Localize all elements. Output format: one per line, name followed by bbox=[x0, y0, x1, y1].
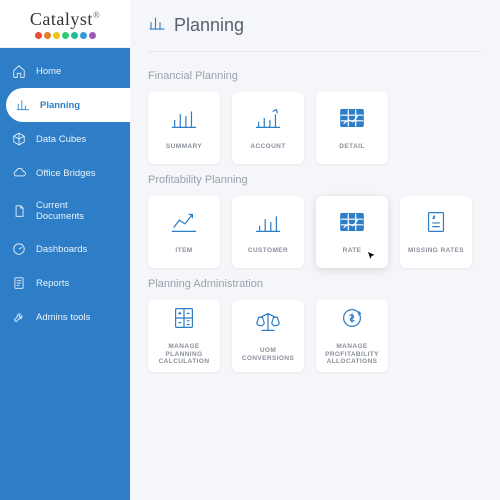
card-label: MANAGE PLANNING CALCULATION bbox=[148, 343, 220, 366]
sidebar-item-label: Dashboards bbox=[36, 244, 87, 255]
cycle-dollar-icon bbox=[338, 306, 366, 335]
main-content: Planning Financial Planning SUMMARY ACCO… bbox=[130, 0, 500, 500]
card-account[interactable]: ACCOUNT bbox=[232, 92, 304, 164]
card-uom-conversions[interactable]: UOM CONVERSIONS bbox=[232, 300, 304, 372]
invoice-icon bbox=[422, 210, 450, 239]
sidebar-item-office-bridges[interactable]: Office Bridges bbox=[0, 156, 130, 190]
sidebar-item-data-cubes[interactable]: Data Cubes bbox=[0, 122, 130, 156]
growth-chart-icon bbox=[254, 106, 282, 135]
section-title-profitability: Profitability Planning bbox=[148, 174, 482, 186]
card-manage-profitability-allocations[interactable]: MANAGE PROFITABILITY ALLOCATIONS bbox=[316, 300, 388, 372]
card-label: DETAIL bbox=[335, 143, 368, 151]
page-title: Planning bbox=[174, 15, 244, 36]
sidebar-item-planning[interactable]: Planning bbox=[6, 88, 130, 122]
sidebar-item-label: Current Documents bbox=[36, 200, 118, 222]
card-label: MISSING RATES bbox=[404, 247, 468, 255]
cursor-icon bbox=[366, 250, 378, 262]
card-detail[interactable]: DETAIL bbox=[316, 92, 388, 164]
card-summary[interactable]: SUMMARY bbox=[148, 92, 220, 164]
sidebar-item-home[interactable]: Home bbox=[0, 54, 130, 88]
card-manage-planning-calc[interactable]: MANAGE PLANNING CALCULATION bbox=[148, 300, 220, 372]
card-row-profitability: ITEM CUSTOMER RATE MISSING RATES bbox=[148, 196, 482, 268]
gauge-icon bbox=[12, 242, 26, 256]
card-label: ACCOUNT bbox=[246, 143, 289, 151]
card-label: RATE bbox=[339, 247, 366, 255]
bar-chart-icon bbox=[16, 98, 30, 112]
card-label: UOM CONVERSIONS bbox=[232, 347, 304, 363]
document-icon bbox=[12, 204, 26, 218]
bar-chart-icon bbox=[170, 106, 198, 135]
sidebar-item-current-documents[interactable]: Current Documents bbox=[0, 190, 130, 232]
cloud-icon bbox=[12, 166, 26, 180]
tools-icon bbox=[12, 310, 26, 324]
card-customer[interactable]: CUSTOMER bbox=[232, 196, 304, 268]
sidebar-item-label: Data Cubes bbox=[36, 134, 86, 145]
trend-up-icon bbox=[170, 210, 198, 239]
sidebar-nav: Home Planning Data Cubes Office Bridges … bbox=[0, 48, 130, 334]
page-header: Planning bbox=[148, 14, 482, 52]
brand-logo: Catalyst® bbox=[0, 0, 130, 48]
sidebar-item-reports[interactable]: Reports bbox=[0, 266, 130, 300]
sidebar: Catalyst® Home Planning Data Cubes Offic… bbox=[0, 0, 130, 500]
card-label: ITEM bbox=[171, 247, 196, 255]
scale-icon bbox=[254, 310, 282, 339]
card-item[interactable]: ITEM bbox=[148, 196, 220, 268]
bar-chart-icon bbox=[254, 210, 282, 239]
calculator-icon bbox=[170, 306, 198, 335]
sidebar-item-label: Office Bridges bbox=[36, 168, 96, 179]
grid-chart-icon bbox=[338, 106, 366, 135]
sidebar-item-label: Home bbox=[36, 66, 61, 77]
cube-icon bbox=[12, 132, 26, 146]
section-title-financial: Financial Planning bbox=[148, 70, 482, 82]
brand-name: Catalyst® bbox=[30, 9, 100, 30]
sidebar-item-label: Planning bbox=[40, 100, 80, 111]
card-label: SUMMARY bbox=[162, 143, 206, 151]
card-label: CUSTOMER bbox=[244, 247, 292, 255]
section-title-admin: Planning Administration bbox=[148, 278, 482, 290]
card-row-admin: MANAGE PLANNING CALCULATION UOM CONVERSI… bbox=[148, 300, 482, 372]
sidebar-item-admin-tools[interactable]: Admins tools bbox=[0, 300, 130, 334]
card-row-financial: SUMMARY ACCOUNT DETAIL bbox=[148, 92, 482, 164]
card-missing-rates[interactable]: MISSING RATES bbox=[400, 196, 472, 268]
sidebar-item-label: Admins tools bbox=[36, 312, 90, 323]
sidebar-item-dashboards[interactable]: Dashboards bbox=[0, 232, 130, 266]
sidebar-item-label: Reports bbox=[36, 278, 69, 289]
card-rate[interactable]: RATE bbox=[316, 196, 388, 268]
bar-chart-icon bbox=[148, 14, 166, 37]
home-icon bbox=[12, 64, 26, 78]
report-icon bbox=[12, 276, 26, 290]
brand-dots-icon bbox=[35, 32, 96, 39]
card-label: MANAGE PROFITABILITY ALLOCATIONS bbox=[316, 343, 388, 366]
grid-chart-icon bbox=[338, 210, 366, 239]
